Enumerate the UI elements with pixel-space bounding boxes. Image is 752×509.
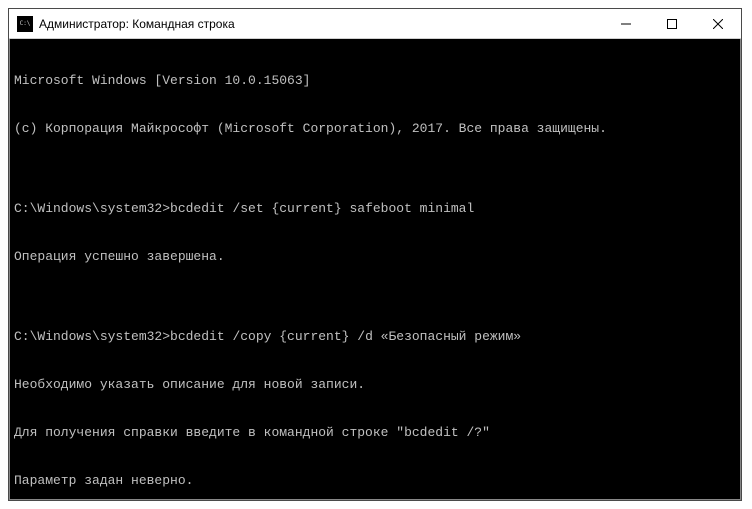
minimize-button[interactable]: [603, 9, 649, 38]
close-button[interactable]: [695, 9, 741, 38]
maximize-button[interactable]: [649, 9, 695, 38]
output-line: Параметр задан неверно.: [14, 473, 736, 489]
output-line: Операция успешно завершена.: [14, 249, 736, 265]
window-title: Администратор: Командная строка: [39, 17, 603, 31]
command-text: bcdedit /set {current} safeboot minimal: [170, 201, 474, 216]
command-line: C:\Windows\system32>bcdedit /copy {curre…: [14, 329, 736, 345]
prompt: C:\Windows\system32>: [14, 329, 170, 344]
output-line: Необходимо указать описание для новой за…: [14, 377, 736, 393]
version-line: Microsoft Windows [Version 10.0.15063]: [14, 73, 736, 89]
prompt: C:\Windows\system32>: [14, 201, 170, 216]
titlebar[interactable]: Администратор: Командная строка: [9, 9, 741, 39]
copyright-line: (c) Корпорация Майкрософт (Microsoft Cor…: [14, 121, 736, 137]
cmd-icon: [17, 16, 33, 32]
command-line: C:\Windows\system32>bcdedit /set {curren…: [14, 201, 736, 217]
cmd-window: Администратор: Командная строка Microsof…: [8, 8, 742, 501]
terminal-area[interactable]: Microsoft Windows [Version 10.0.15063] (…: [9, 39, 741, 500]
output-line: Для получения справки введите в командно…: [14, 425, 736, 441]
command-text: bcdedit /copy {current} /d «Безопасный р…: [170, 329, 521, 344]
window-controls: [603, 9, 741, 38]
